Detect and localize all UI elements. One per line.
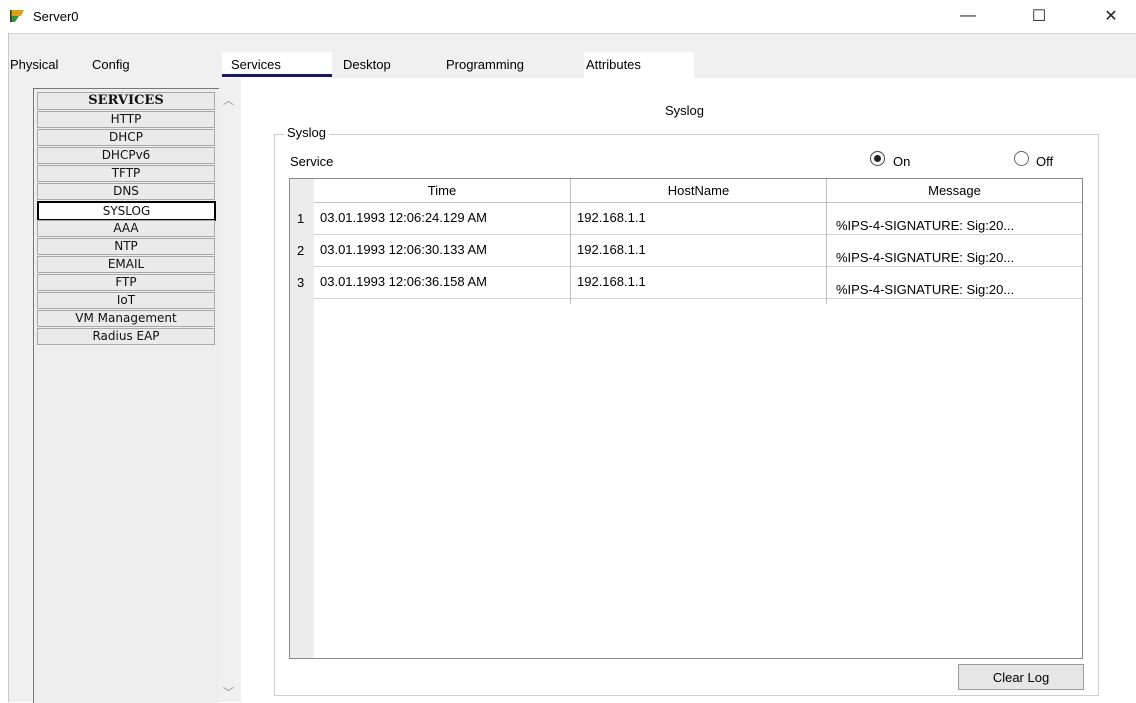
cell-message: %IPS-4-SIGNATURE: Sig:20... xyxy=(836,282,1015,297)
tab-config[interactable]: Config xyxy=(92,57,130,72)
minimize-icon: — xyxy=(960,7,976,24)
services-list: SERVICES HTTP DHCP DHCPv6 TFTP DNS SYSLO… xyxy=(33,88,219,703)
column-header-time[interactable]: Time xyxy=(314,179,571,203)
panel-title: Syslog xyxy=(665,103,705,118)
clear-log-button[interactable]: Clear Log xyxy=(958,664,1084,690)
column-divider xyxy=(826,179,827,304)
cell-message: %IPS-4-SIGNATURE: Sig:20... xyxy=(836,218,1015,233)
services-header: SERVICES xyxy=(37,92,215,110)
scroll-up-icon[interactable]: ︿ xyxy=(223,92,234,108)
service-item-tftp[interactable]: TFTP xyxy=(37,165,215,182)
table-row[interactable]: 03.01.1993 12:06:30.133 AM 192.168.1.1 %… xyxy=(314,235,1082,267)
service-item-ntp[interactable]: NTP xyxy=(37,238,215,255)
row-number: 2 xyxy=(297,243,305,258)
service-item-dhcp[interactable]: DHCP xyxy=(37,129,215,146)
service-off-radio[interactable] xyxy=(1014,151,1029,166)
maximize-button[interactable]: ☐ xyxy=(1016,0,1062,32)
close-button[interactable]: ✕ xyxy=(1088,0,1134,32)
cell-time: 03.01.1993 12:06:30.133 AM xyxy=(320,242,487,257)
service-item-vm-management[interactable]: VM Management xyxy=(37,310,215,327)
row-number: 3 xyxy=(297,275,305,290)
window-title: Server0 xyxy=(33,9,79,24)
tab-bar: Physical Config Services Desktop Program… xyxy=(9,34,1136,78)
service-item-aaa[interactable]: AAA xyxy=(37,220,215,237)
minimize-button[interactable]: — xyxy=(945,0,991,32)
maximize-icon: ☐ xyxy=(1031,8,1047,25)
service-item-ftp[interactable]: FTP xyxy=(37,274,215,291)
service-label: Service xyxy=(290,154,334,169)
close-icon: ✕ xyxy=(1104,8,1118,25)
tab-programming[interactable]: Programming xyxy=(446,57,524,72)
column-header-message[interactable]: Message xyxy=(827,179,1082,203)
table-row[interactable]: 03.01.1993 12:06:36.158 AM 192.168.1.1 %… xyxy=(314,267,1082,299)
tab-desktop[interactable]: Desktop xyxy=(343,57,391,72)
cell-time: 03.01.1993 12:06:36.158 AM xyxy=(320,274,487,289)
syslog-group-label: Syslog xyxy=(284,125,330,140)
row-number: 1 xyxy=(297,211,305,226)
table-row[interactable]: 03.01.1993 12:06:24.129 AM 192.168.1.1 %… xyxy=(314,203,1082,235)
service-item-http[interactable]: HTTP xyxy=(37,111,215,128)
cell-hostname: 192.168.1.1 xyxy=(577,242,646,257)
service-item-iot[interactable]: IoT xyxy=(37,292,215,309)
service-on-label[interactable]: On xyxy=(893,154,910,169)
tab-physical[interactable]: Physical xyxy=(10,57,58,72)
service-item-dns[interactable]: DNS xyxy=(37,183,215,200)
service-off-label[interactable]: Off xyxy=(1036,154,1053,169)
tab-attributes[interactable]: Attributes xyxy=(586,57,641,72)
tab-services[interactable]: Services xyxy=(231,57,281,72)
service-on-radio[interactable] xyxy=(870,151,885,166)
cell-hostname: 192.168.1.1 xyxy=(577,274,646,289)
scroll-down-icon[interactable]: ﹀ xyxy=(223,684,234,700)
service-item-radius-eap[interactable]: Radius EAP xyxy=(37,328,215,345)
column-header-hostname[interactable]: HostName xyxy=(571,179,827,203)
service-item-email[interactable]: EMAIL xyxy=(37,256,215,273)
column-divider xyxy=(570,179,571,304)
syslog-table[interactable]: Time HostName Message 03.01.1993 12:06:2… xyxy=(289,178,1083,659)
cell-message: %IPS-4-SIGNATURE: Sig:20... xyxy=(836,250,1015,265)
service-item-syslog[interactable]: SYSLOG xyxy=(37,201,216,221)
title-bar: Server0 — ☐ ✕ xyxy=(0,0,1136,33)
cell-hostname: 192.168.1.1 xyxy=(577,210,646,225)
cell-time: 03.01.1993 12:06:24.129 AM xyxy=(320,210,487,225)
service-item-dhcpv6[interactable]: DHCPv6 xyxy=(37,147,215,164)
packet-tracer-server-icon xyxy=(10,10,24,22)
services-scrollbar[interactable]: ︿ ﹀ xyxy=(219,88,239,702)
active-tab-indicator xyxy=(222,74,332,77)
